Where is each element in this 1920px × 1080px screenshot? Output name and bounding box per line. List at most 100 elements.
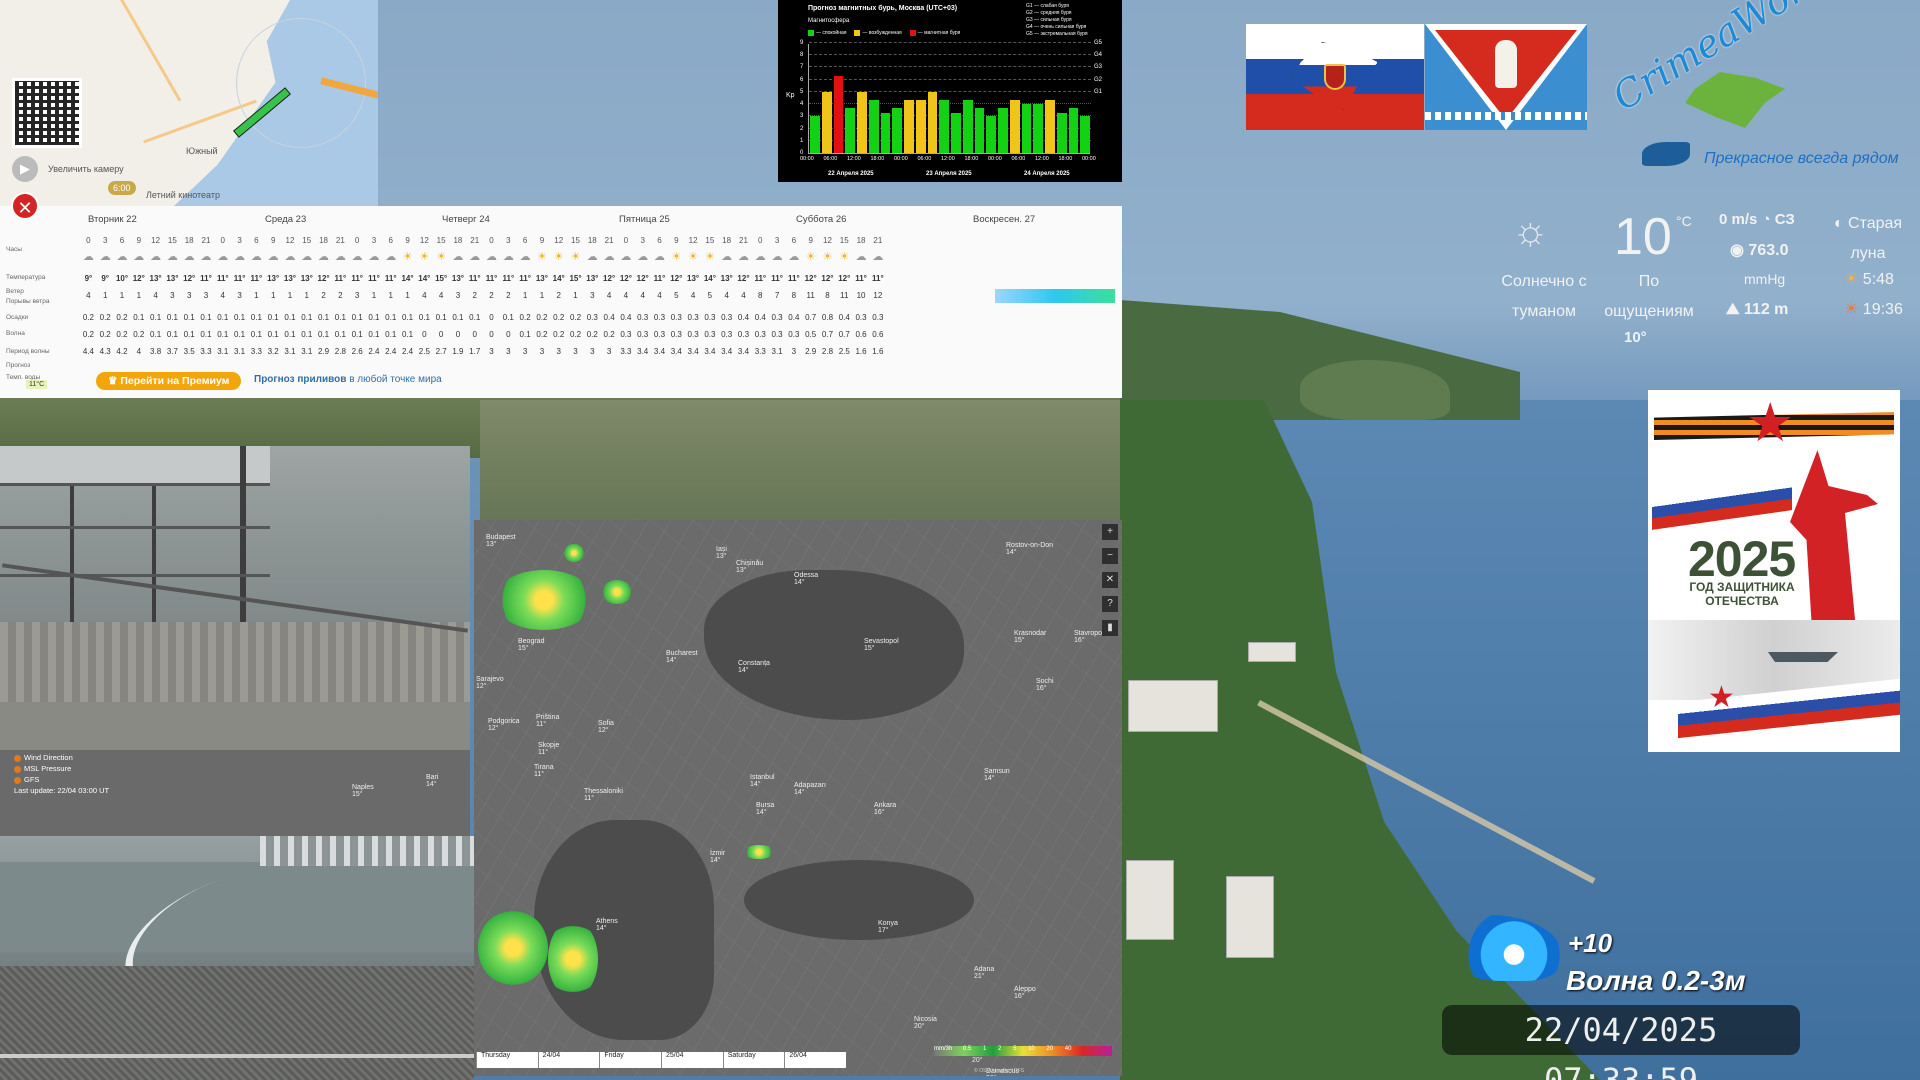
kp-bar: [998, 107, 1008, 153]
kp-bar: [951, 112, 961, 153]
grid-line: [809, 90, 1091, 92]
row-label: Температура: [6, 274, 46, 281]
forecast-table[interactable]: Вторник 22 Среда 23 Четверг 24 Пятница 25 Су…: [0, 206, 1122, 398]
rain-cell: 0.4: [788, 313, 800, 322]
temp-cell: 15°: [569, 274, 582, 283]
map-city: Constanța 14°: [738, 660, 770, 674]
kp-bar: [1068, 107, 1079, 153]
precip-scale: mm/3h 0.5 1 2 5 10 20 40: [934, 1046, 1112, 1056]
map-tool-button[interactable]: ✕: [1102, 572, 1118, 588]
hour-cell: 9: [270, 236, 276, 245]
time-chip[interactable]: 6:00: [108, 181, 136, 195]
period-cell: 3: [506, 347, 511, 356]
webcam-pier[interactable]: [0, 446, 470, 750]
period-cell: 4.2: [116, 347, 128, 356]
row-label: Прогноз: [6, 362, 31, 369]
period-cell: 2.8: [821, 347, 834, 356]
map-city: Thessaloniki 11°: [584, 788, 623, 802]
map-tool-button[interactable]: −: [1102, 548, 1118, 564]
hour-cell: 3: [237, 236, 242, 245]
map-timeline[interactable]: Thursday 24/04 Friday 25/04 Saturday 26/04: [476, 1052, 846, 1068]
wind-map[interactable]: Budapest 13° Iași 13° Chișinău 13° Odessa 14° Ro…: [474, 520, 1122, 1076]
tide-link[interactable]: Прогноз приливов в любой точке мира: [254, 374, 442, 385]
wind-cell: 2: [321, 291, 326, 300]
chart-title: Прогноз магнитных бурь, Москва (UTC+03): [808, 5, 958, 12]
cloud-icon: ☁: [318, 251, 330, 263]
forecast-day: Суббота 26: [796, 214, 847, 225]
wave-height: Волна 0.2-3м: [1566, 965, 1746, 996]
close-icon[interactable]: ✕: [11, 192, 39, 220]
map-tool-button[interactable]: ?: [1102, 596, 1118, 612]
wind-cell: 4: [220, 291, 225, 300]
wave-cell: 0.2: [133, 330, 145, 339]
cloud-icon: ☁: [502, 251, 514, 263]
logo-tagline: Прекрасное всегда рядом: [1704, 150, 1899, 167]
rain-cell: 0.3: [855, 313, 867, 322]
legend-item: — магнитная буря: [909, 30, 960, 36]
windmap-legend: Wind Direction MSL Pressure GFS Last upd…: [14, 753, 110, 795]
pressure-unit: mmHg: [1744, 271, 1786, 287]
hour-cell: 21: [739, 236, 748, 245]
wind-cell: 1: [388, 291, 393, 300]
hour-cell: 0: [489, 236, 494, 245]
row-label: Ветер: [6, 288, 24, 295]
period-cell: 4.4: [82, 347, 94, 356]
forecast-day: Среда 23: [265, 214, 307, 225]
map-city: Iași 13°: [716, 546, 727, 560]
premium-button[interactable]: ♛ Перейти на Премиум: [96, 372, 242, 390]
elevation: ⛰ 112 m: [1726, 301, 1789, 318]
sun-icon: ☀: [536, 251, 547, 263]
rain-cell: 0.4: [754, 313, 766, 322]
rain-cell: 0.1: [150, 313, 162, 322]
camera-icon[interactable]: ▶: [12, 156, 38, 182]
temp-cell: 11°: [468, 274, 481, 283]
period-cell: 1.7: [469, 347, 481, 356]
hour-cell: 18: [319, 236, 328, 245]
location-map[interactable]: ▶ Увеличить камеру Южный Летний кинотеат…: [0, 0, 378, 206]
webcam-beach[interactable]: [0, 836, 474, 1080]
cloud-icon: ☁: [452, 251, 464, 263]
map-tool-button[interactable]: ▮: [1102, 620, 1118, 636]
cloud-icon: ☁: [351, 251, 363, 263]
wind-cell: 2: [472, 291, 477, 300]
temp-cell: 13°: [687, 274, 700, 283]
period-cell: 3.4: [637, 347, 649, 356]
temp-cell: 13°: [720, 274, 733, 283]
wave-cell: 0.3: [637, 330, 649, 339]
map-tool-button[interactable]: +: [1102, 524, 1118, 540]
y-tick: 4: [800, 101, 804, 108]
temp-cell: 12°: [838, 274, 851, 283]
rain-cell: 0.1: [418, 313, 430, 322]
temp-cell: 11°: [485, 274, 498, 283]
period-cell: 3: [590, 347, 595, 356]
wind-cell: 3: [203, 291, 209, 300]
mountain-icon: ⛰: [1726, 301, 1740, 318]
hour-cell: 15: [571, 236, 580, 245]
rain-cell: 0.8: [821, 313, 834, 322]
wave-cell: 0.1: [334, 330, 346, 339]
wave-cell: 0: [438, 330, 444, 339]
x-tick: 18:00: [870, 156, 885, 162]
crimea-flag-icon: [1246, 24, 1424, 130]
wave-cell: 0.2: [586, 330, 598, 339]
wave-cell: 0.1: [183, 330, 195, 339]
period-cell: 2.7: [435, 347, 447, 356]
kp-bar: [915, 100, 926, 153]
temp-cell: 14°: [401, 274, 414, 283]
wind-cell: 4: [606, 291, 612, 300]
moon-icon: ◐: [1833, 215, 1844, 232]
temp-cell: 13°: [535, 274, 548, 283]
wind-cell: 1: [522, 291, 528, 300]
temp-cell: 13°: [149, 274, 162, 283]
period-cell: 1.6: [872, 347, 884, 356]
cloud-icon: ☁: [116, 251, 128, 263]
sun-fog-icon: ☼: [1512, 209, 1549, 253]
water-temp-chip: 11°C: [26, 380, 48, 389]
grid-line: [809, 54, 1091, 56]
kp-bar: [986, 116, 996, 153]
hour-cell: 12: [285, 236, 295, 245]
wind-cell: 4: [422, 291, 427, 300]
temp-cell: 14°: [552, 274, 565, 283]
date-label: 23 Апреля 2025: [926, 171, 972, 177]
wind-cell: 2: [338, 291, 343, 300]
